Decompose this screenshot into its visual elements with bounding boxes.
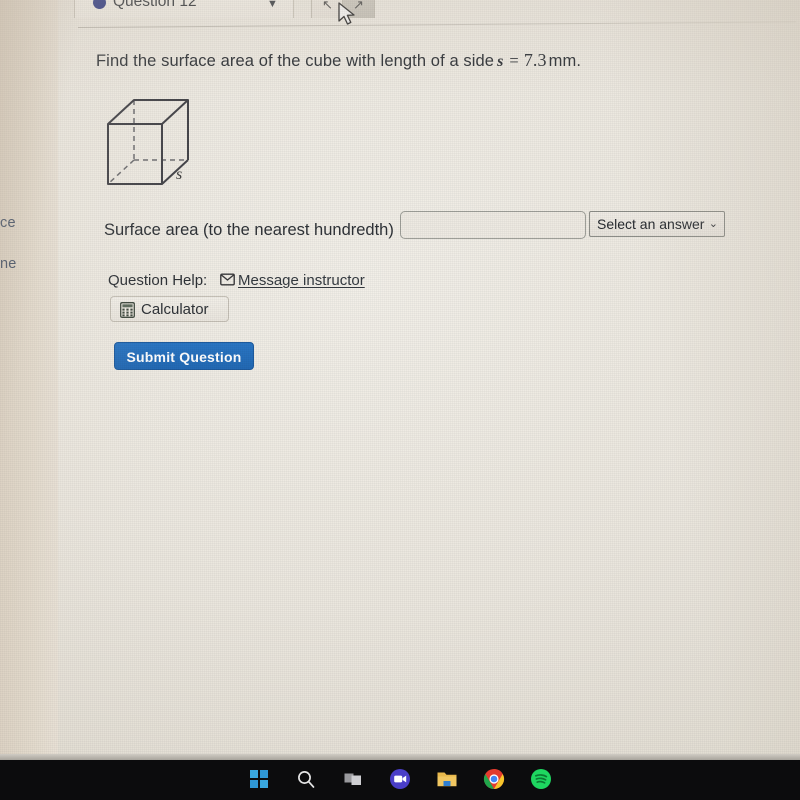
units-select[interactable]: Select an answer ⌄ (589, 211, 725, 237)
envelope-icon (220, 273, 235, 291)
question-help-label: Question Help: (108, 272, 208, 289)
photographed-screen: ce ne Question 12 ▼ ↖ ↗ Find the surface… (0, 0, 800, 800)
question-content: Find the surface area of the cube with l… (0, 0, 800, 760)
question-unit: mm. (548, 52, 581, 70)
question-value: 7.3 (523, 50, 547, 70)
start-button[interactable] (246, 766, 272, 792)
question-prompt: Find the surface area of the cube with l… (96, 50, 581, 71)
calculator-label: Calculator (141, 301, 209, 318)
message-instructor-link[interactable]: Message instructor (238, 272, 365, 289)
cube-side-label: s (176, 166, 183, 183)
spotify-app[interactable] (528, 766, 554, 792)
file-explorer[interactable] (434, 766, 460, 792)
calculator-icon (120, 302, 135, 323)
task-view-button[interactable] (340, 766, 366, 792)
zoom-app[interactable] (387, 766, 413, 792)
answer-label: Surface area (to the nearest hundredth) (104, 221, 394, 239)
windows-taskbar (0, 760, 800, 800)
surface-area-input[interactable] (400, 211, 586, 239)
mouse-cursor-icon (338, 2, 358, 33)
submit-question-button[interactable]: Submit Question (114, 342, 254, 370)
cube-diagram (96, 88, 208, 198)
question-variable: s (497, 53, 504, 70)
search-button[interactable] (293, 766, 319, 792)
taskbar-icon-group (0, 766, 800, 792)
chrome-browser[interactable] (481, 766, 507, 792)
calculator-button[interactable]: Calculator (110, 296, 229, 322)
question-prompt-text: Find the surface area of the cube with l… (96, 52, 495, 70)
chevron-down-icon: ⌄ (708, 218, 718, 230)
equals-sign: = (509, 51, 519, 70)
units-select-label: Select an answer (597, 216, 705, 232)
submit-question-label: Submit Question (126, 349, 242, 365)
